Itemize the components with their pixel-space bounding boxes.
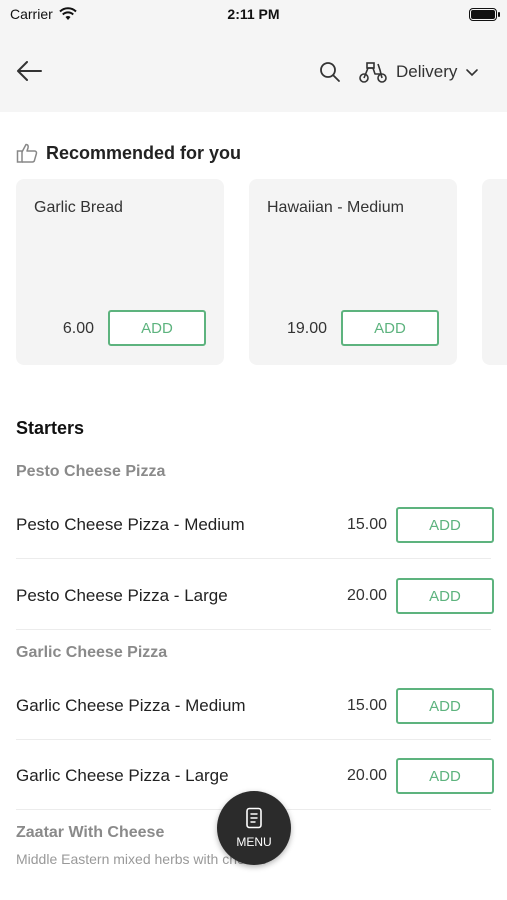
add-button[interactable]: ADD xyxy=(341,310,439,346)
menu-fab-label: MENU xyxy=(236,835,272,849)
menu-item-row[interactable]: Pesto Cheese Pizza - Medium 15.00 ADD xyxy=(16,490,494,560)
recommended-card[interactable]: Hawaiian - Medium 19.00 ADD xyxy=(249,179,457,365)
menu-item-price: 20.00 xyxy=(346,767,387,784)
menu-item-price: 15.00 xyxy=(346,516,387,533)
menu-fab-button[interactable]: MENU xyxy=(217,791,291,865)
add-button[interactable]: ADD xyxy=(396,507,494,543)
back-arrow-icon xyxy=(17,61,42,81)
section-title: Starters xyxy=(16,418,85,438)
recommended-carousel[interactable]: Garlic Bread 6.00 ADD Hawaiian - Medium … xyxy=(16,179,507,365)
app-header: Delivery xyxy=(0,30,507,112)
divider xyxy=(16,558,491,559)
menu-item-name: Pesto Cheese Pizza - Large xyxy=(16,586,228,605)
group-title: Garlic Cheese Pizza xyxy=(16,644,168,661)
menu-item-price: 20.00 xyxy=(346,587,387,604)
recommended-title: Recommended for you xyxy=(46,142,242,163)
search-icon xyxy=(320,62,340,82)
recommended-item-price: 19.00 xyxy=(286,320,327,337)
menu-book-icon xyxy=(246,807,262,829)
add-button[interactable]: ADD xyxy=(396,758,494,794)
recommended-card-partial[interactable] xyxy=(482,179,507,365)
divider xyxy=(16,739,491,740)
scooter-icon xyxy=(359,62,387,83)
recommended-card[interactable]: Garlic Bread 6.00 ADD xyxy=(16,179,224,365)
add-button[interactable]: ADD xyxy=(396,578,494,614)
recommended-header: Recommended for you xyxy=(16,142,241,164)
delivery-label: Delivery xyxy=(396,62,458,81)
chevron-down-icon xyxy=(466,69,479,77)
back-button[interactable] xyxy=(14,57,44,85)
menu-item-name: Garlic Cheese Pizza - Large xyxy=(16,766,229,785)
group-title: Pesto Cheese Pizza xyxy=(16,463,166,480)
menu-item-row[interactable]: Pesto Cheese Pizza - Large 20.00 ADD xyxy=(16,561,494,631)
menu-item-price: 15.00 xyxy=(346,697,387,714)
battery-icon xyxy=(469,8,500,21)
recommended-item-name: Hawaiian - Medium xyxy=(267,199,404,216)
divider xyxy=(16,629,491,630)
search-button[interactable] xyxy=(318,60,344,86)
menu-item-name: Pesto Cheese Pizza - Medium xyxy=(16,515,245,534)
delivery-mode-selector[interactable]: Delivery xyxy=(358,58,479,86)
status-time: 2:11 PM xyxy=(227,6,280,22)
status-bar: Carrier 2:11 PM xyxy=(0,0,507,30)
recommended-item-name: Garlic Bread xyxy=(34,199,123,216)
group-title: Zaatar With Cheese xyxy=(16,824,165,841)
recommended-item-price: 6.00 xyxy=(62,320,94,337)
thumbs-up-icon xyxy=(16,143,38,163)
menu-item-name: Garlic Cheese Pizza - Medium xyxy=(16,696,246,715)
menu-item-row[interactable]: Garlic Cheese Pizza - Medium 15.00 ADD xyxy=(16,671,494,741)
add-button[interactable]: ADD xyxy=(396,688,494,724)
add-button[interactable]: ADD xyxy=(108,310,206,346)
